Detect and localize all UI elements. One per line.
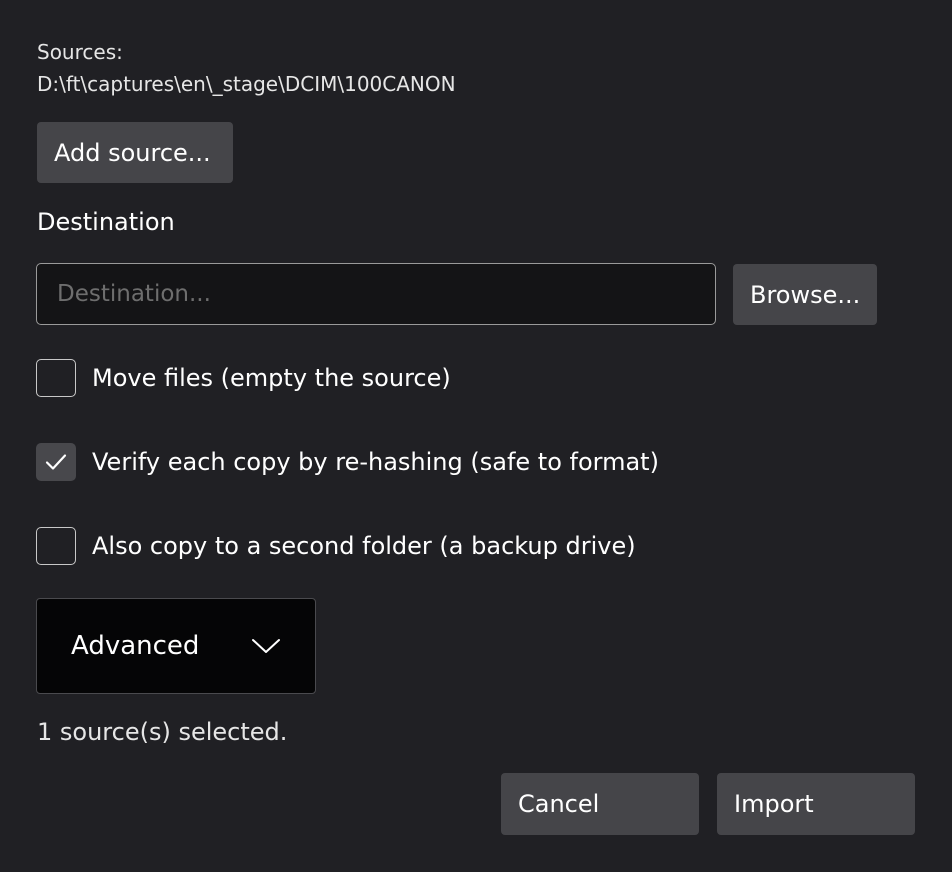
import-button[interactable]: Import xyxy=(717,773,915,835)
backup-copy-option[interactable]: Also copy to a second folder (a backup d… xyxy=(36,527,636,565)
move-files-label: Move files (empty the source) xyxy=(92,364,451,392)
sources-path: D:\ft\captures\en\_stage\DCIM\100CANON xyxy=(37,72,456,96)
move-files-checkbox[interactable] xyxy=(36,359,76,397)
destination-input[interactable] xyxy=(36,263,716,325)
destination-title: Destination xyxy=(37,208,175,236)
backup-copy-checkbox[interactable] xyxy=(36,527,76,565)
verify-copy-option[interactable]: Verify each copy by re-hashing (safe to … xyxy=(36,443,659,481)
backup-copy-label: Also copy to a second folder (a backup d… xyxy=(92,532,636,560)
status-text: 1 source(s) selected. xyxy=(37,718,288,746)
advanced-expander[interactable]: Advanced xyxy=(36,598,316,694)
verify-copy-label: Verify each copy by re-hashing (safe to … xyxy=(92,448,659,476)
add-source-button[interactable]: Add source... xyxy=(37,122,233,183)
advanced-label: Advanced xyxy=(71,631,200,661)
move-files-option[interactable]: Move files (empty the source) xyxy=(36,359,451,397)
checkmark-icon xyxy=(45,454,67,470)
sources-label: Sources: xyxy=(37,40,123,64)
browse-button[interactable]: Browse... xyxy=(733,264,877,325)
chevron-down-icon xyxy=(252,639,280,653)
cancel-button[interactable]: Cancel xyxy=(501,773,699,835)
verify-copy-checkbox[interactable] xyxy=(36,443,76,481)
